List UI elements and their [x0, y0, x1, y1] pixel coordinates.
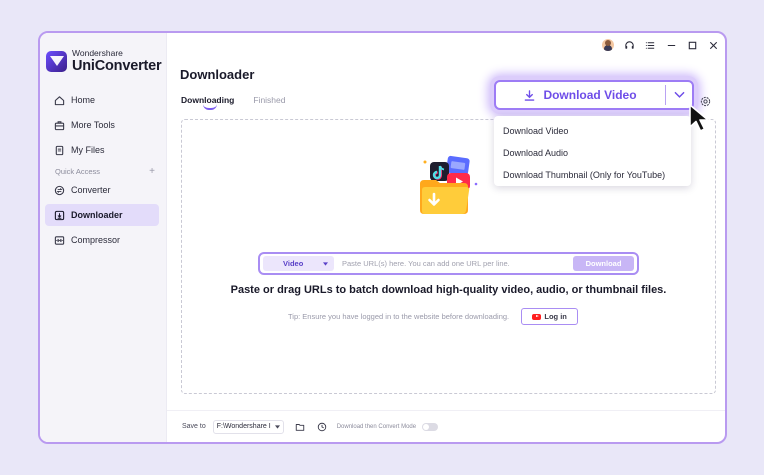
sidebar-item-label: Compressor: [71, 235, 121, 245]
compressor-icon: [54, 235, 65, 246]
tab-downloading[interactable]: Downloading: [181, 95, 234, 110]
close-icon[interactable]: [707, 39, 719, 51]
login-tip: Tip: Ensure you have logged in to the we…: [288, 312, 510, 321]
sidebar-item-more-tools[interactable]: More Tools: [45, 114, 159, 136]
sidebar: Wondershare UniConverter Home More Tools: [40, 33, 167, 442]
toolbox-icon: [54, 120, 65, 131]
downloader-icon: [54, 210, 65, 221]
menu-item-download-audio[interactable]: Download Audio: [494, 142, 691, 164]
instruction-headline: Paste or drag URLs to batch download hig…: [230, 284, 667, 296]
brand-product: UniConverter: [72, 57, 162, 74]
download-icon: [525, 89, 535, 101]
headset-icon[interactable]: [623, 39, 635, 51]
download-video-split-button: Download Video: [494, 80, 694, 110]
youtube-icon: [532, 313, 542, 320]
media-type-value: Video: [283, 259, 304, 268]
download-video-label: Download Video: [543, 88, 637, 102]
quick-access-header: Quick Access +: [45, 164, 159, 178]
sidebar-item-label: Converter: [71, 185, 111, 195]
media-type-select[interactable]: Video: [263, 256, 334, 271]
maximize-icon[interactable]: [686, 39, 698, 51]
folder-icon[interactable]: [295, 421, 306, 432]
sidebar-item-label: More Tools: [71, 120, 115, 130]
bottom-bar: Save to F:\Wondershare I Download then C…: [167, 410, 725, 442]
menu-item-download-thumbnail[interactable]: Download Thumbnail (Only for YouTube): [494, 164, 691, 186]
sidebar-item-label: Home: [71, 95, 96, 105]
avatar[interactable]: [602, 39, 614, 51]
sidebar-item-downloader[interactable]: Downloader: [45, 204, 159, 226]
sidebar-item-my-files[interactable]: My Files: [45, 139, 159, 161]
menu-icon[interactable]: [644, 39, 656, 51]
chevron-down-icon: [674, 91, 684, 98]
save-path-select[interactable]: F:\Wondershare I: [212, 419, 284, 434]
main-content: Downloader Downloading Finished Download…: [167, 33, 725, 442]
download-video-button[interactable]: Download Video: [496, 82, 665, 108]
save-to-label: Save to: [182, 423, 206, 430]
url-input-bar: Video Download: [258, 252, 639, 275]
youtube-login-button[interactable]: Log in: [521, 308, 579, 325]
minimize-icon[interactable]: [665, 39, 677, 51]
menu-item-download-video[interactable]: Download Video: [494, 120, 691, 142]
brand: Wondershare UniConverter: [46, 48, 162, 74]
add-quick-access-icon[interactable]: +: [149, 166, 155, 177]
caret-down-icon: [274, 424, 280, 429]
mouse-cursor-icon: [689, 104, 709, 132]
page-title: Downloader: [180, 67, 255, 82]
app-window: Wondershare UniConverter Home More Tools: [38, 31, 727, 444]
file-icon: [54, 145, 65, 156]
url-input[interactable]: [334, 259, 573, 268]
sidebar-item-label: Downloader: [71, 210, 123, 220]
url-download-button[interactable]: Download: [573, 256, 634, 271]
window-controls: [602, 39, 719, 51]
sidebar-item-converter[interactable]: Converter: [45, 179, 159, 201]
brand-company: Wondershare: [72, 48, 123, 58]
converter-icon: [54, 185, 65, 196]
quick-access-label: Quick Access: [55, 166, 101, 176]
tip-row: Tip: Ensure you have logged in to the we…: [288, 308, 579, 325]
home-icon: [54, 95, 65, 106]
tab-bar: Downloading Finished: [181, 95, 286, 110]
caret-down-icon: [323, 261, 328, 266]
sidebar-nav: Home More Tools My Files Quick Access +: [45, 89, 159, 254]
download-options-menu: Download Video Download Audio Download T…: [494, 116, 691, 186]
convert-mode-toggle[interactable]: [422, 422, 439, 431]
sidebar-item-label: My Files: [71, 145, 105, 155]
save-path-value: F:\Wondershare I: [216, 423, 271, 430]
clock-convert-icon[interactable]: [317, 421, 328, 432]
convert-mode-label: Download then Convert Mode: [336, 423, 417, 430]
tab-finished[interactable]: Finished: [253, 95, 285, 105]
uniconverter-logo-icon: [46, 50, 67, 72]
sidebar-item-compressor[interactable]: Compressor: [45, 229, 159, 251]
login-label: Log in: [544, 312, 567, 321]
sidebar-item-home[interactable]: Home: [45, 89, 159, 111]
downloader-illustration-icon: [420, 155, 478, 214]
